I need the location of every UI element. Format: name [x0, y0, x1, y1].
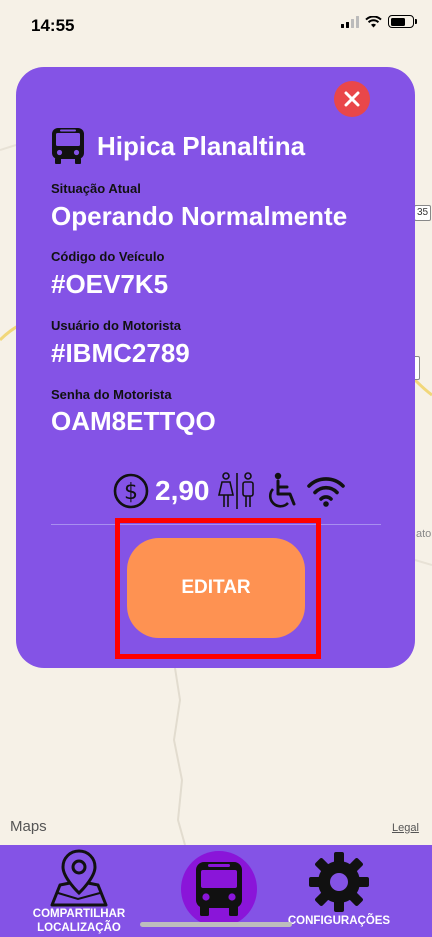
close-button[interactable]: [334, 81, 370, 117]
legal-link[interactable]: Legal: [392, 822, 419, 834]
location-pin-icon: [50, 849, 108, 907]
status-icons: [341, 15, 417, 28]
wifi-icon: [365, 15, 382, 27]
maps-logo: Maps: [10, 818, 47, 835]
wheelchair-icon: [268, 472, 295, 508]
cellular-signal-icon: [341, 15, 359, 28]
status-bar: 14:55: [0, 0, 432, 50]
driver-password-value: OAM8ETTQO: [51, 406, 216, 436]
close-icon: [344, 91, 360, 107]
bus-icon: [52, 128, 84, 164]
dollar-icon: $: [113, 473, 149, 509]
driver-user-label: Usuário do Motorista: [51, 318, 182, 333]
gear-icon: [309, 852, 369, 912]
fare-price: 2,90: [155, 475, 210, 506]
map-place-label: ato: [416, 528, 432, 540]
route-shield: 35: [414, 205, 432, 221]
tab-settings[interactable]: CONFIGURAÇÕES: [280, 845, 398, 937]
edit-button-highlight: [115, 518, 321, 659]
status-time: 14:55: [31, 16, 75, 35]
tab-share-label-line2: LOCALIZAÇÃO: [37, 922, 121, 934]
battery-icon: [388, 15, 417, 28]
status-label: Situação Atual: [51, 181, 141, 196]
route-title: Hipica Planaltina: [97, 130, 306, 161]
driver-password-label: Senha do Motorista: [51, 387, 172, 402]
tab-share-location[interactable]: COMPARTILHAR LOCALIZAÇÃO: [26, 845, 132, 937]
bus-tab-icon: [196, 862, 242, 916]
svg-text:$: $: [124, 480, 138, 505]
vehicle-code-label: Código do Veículo: [51, 249, 165, 264]
tab-settings-label: CONFIGURAÇÕES: [287, 915, 391, 927]
vehicle-code-value: #OEV7K5: [51, 269, 169, 299]
status-value: Operando Normalmente: [51, 201, 348, 231]
card-header: Hipica Planaltina: [51, 127, 305, 165]
app-screen: 35 ato Maps Legal 14:55 Hipica Planaltin…: [0, 0, 432, 937]
tab-bus[interactable]: [181, 851, 257, 927]
amenities-row: $ 2,90: [113, 470, 346, 512]
driver-user-value: #IBMC2789: [51, 338, 190, 368]
maps-brand-text: Maps: [10, 818, 47, 835]
restroom-icon: [217, 472, 254, 509]
wifi-amenity-icon: [306, 477, 345, 507]
home-indicator: [140, 922, 292, 927]
tab-share-label-line1: COMPARTILHAR: [32, 908, 126, 920]
